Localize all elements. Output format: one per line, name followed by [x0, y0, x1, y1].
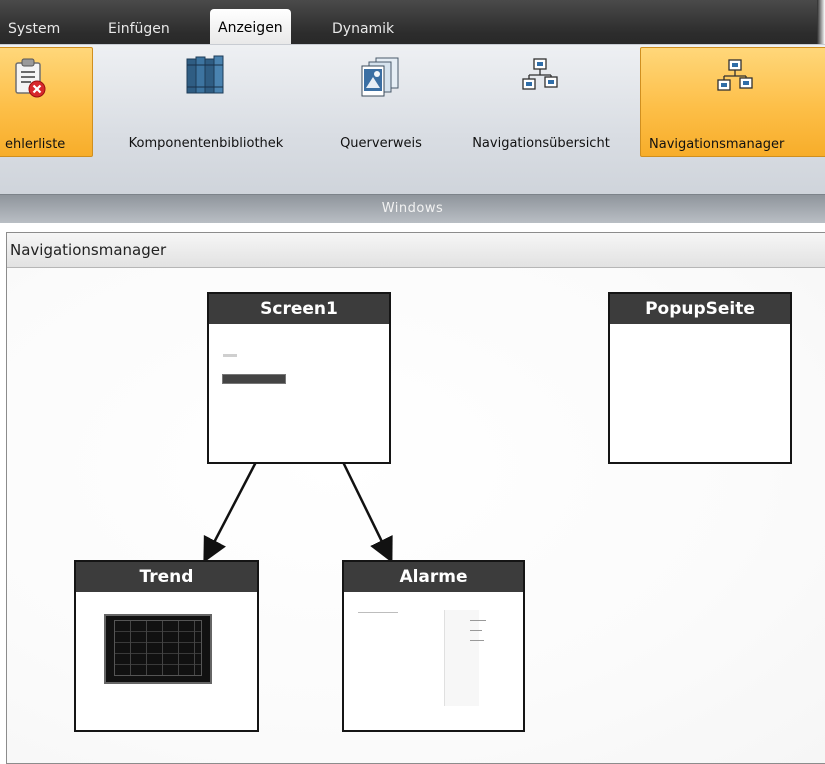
link-screen1-alarme[interactable] — [341, 461, 393, 563]
trend-thumb-chart — [104, 614, 212, 684]
screen-card-popupseite[interactable]: PopupSeite — [608, 292, 792, 464]
screen-card-alarme[interactable]: Alarme — [342, 560, 525, 732]
screen-title-alarme: Alarme — [344, 562, 523, 592]
screen1-thumb-button — [222, 374, 286, 384]
screen-title-trend: Trend — [76, 562, 257, 592]
screen1-thumb-label — [223, 354, 237, 357]
alarme-thumb-list — [358, 608, 498, 708]
screen-title-popupseite: PopupSeite — [610, 294, 790, 324]
screen-card-screen1[interactable]: Screen1 — [207, 292, 391, 464]
link-screen1-trend[interactable] — [203, 461, 258, 563]
screen-title-screen1: Screen1 — [209, 294, 389, 324]
screen-card-trend[interactable]: Trend — [74, 560, 259, 732]
